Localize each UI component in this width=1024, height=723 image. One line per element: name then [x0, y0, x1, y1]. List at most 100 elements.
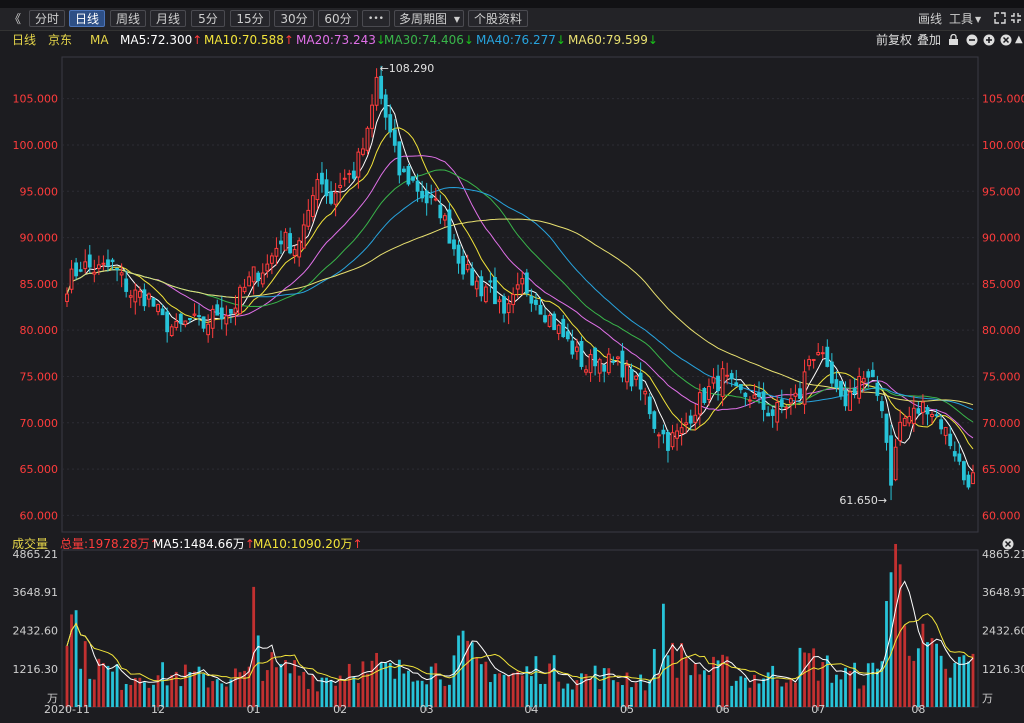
period-toolbar: 《 分时 日线 周线 月线 5分 15分 30分 60分 ••• 多周期图 ▼ … — [0, 8, 1024, 31]
tools-menu[interactable]: 工具 — [949, 11, 973, 28]
tab-weekly[interactable]: 周线 — [110, 10, 146, 27]
tab-30min[interactable]: 30分 — [274, 10, 314, 27]
candle-body — [292, 249, 297, 257]
volume-bar — [680, 643, 684, 707]
volume-bar — [366, 673, 369, 707]
zoom-out-icon[interactable] — [966, 34, 978, 46]
volume-bar — [698, 674, 702, 707]
candle-body — [629, 368, 634, 387]
candle-body — [238, 286, 242, 315]
chevron-up-icon[interactable]: ▲ — [1015, 31, 1023, 49]
chevron-down-icon: ▼ — [453, 15, 460, 24]
stock-info-button[interactable]: 个股资料 — [468, 10, 528, 27]
candle-body — [788, 398, 793, 404]
volume-bar — [930, 638, 934, 707]
candle-body — [160, 308, 165, 316]
stock-name[interactable]: 京东 — [48, 31, 72, 49]
candle-body — [656, 434, 661, 437]
candle-body — [424, 190, 429, 204]
overlay-button[interactable]: 叠加 — [917, 31, 941, 49]
price-tick-left: 75.000 — [20, 370, 59, 383]
volume-bar — [743, 677, 747, 707]
ma30-value: MA30:74.406↓ — [384, 33, 474, 47]
volume-bar — [566, 683, 570, 707]
indicator-name[interactable]: MA — [90, 31, 109, 49]
volume-bar — [507, 675, 511, 707]
multi-period-dropdown[interactable]: 多周期图 ▼ — [394, 10, 464, 27]
zoom-in-icon[interactable] — [983, 34, 995, 46]
candle-body — [729, 373, 734, 380]
close-indicator-icon[interactable] — [1000, 34, 1012, 46]
volume-unit-right: 万 — [982, 692, 993, 705]
candle-body — [456, 244, 461, 264]
volume-bar — [871, 662, 875, 707]
fullscreen-icon[interactable] — [994, 12, 1006, 24]
candle-body — [643, 390, 648, 395]
candle-body — [752, 394, 757, 399]
volume-bar — [739, 676, 743, 707]
volume-tick-right: 1216.30 — [982, 663, 1024, 676]
volume-bar — [129, 685, 133, 707]
volume-bar — [92, 679, 96, 707]
candle-body — [415, 180, 420, 192]
volume-bar — [516, 671, 520, 707]
volume-bar — [448, 684, 451, 707]
more-button[interactable]: ••• — [362, 10, 390, 27]
candle-body — [943, 426, 948, 436]
volume-bar — [953, 663, 957, 707]
tab-60min[interactable]: 60分 — [318, 10, 358, 27]
volume-bar — [502, 674, 506, 707]
volume-bar — [921, 623, 925, 707]
adjust-mode-button[interactable]: 前复权 — [876, 31, 912, 49]
candle-body — [201, 316, 206, 329]
candle-body — [137, 290, 142, 298]
collapse-icon[interactable]: 《 — [9, 11, 21, 28]
volume-bar — [584, 674, 588, 707]
period-label: 日线 — [12, 33, 37, 47]
volume-bar — [429, 666, 433, 707]
candle-body — [697, 392, 702, 415]
tab-15min[interactable]: 15分 — [230, 10, 270, 27]
volume-bar — [539, 683, 542, 707]
tab-5min[interactable]: 5分 — [191, 10, 225, 27]
draw-line-button[interactable]: 画线 — [918, 11, 942, 28]
candle-body — [465, 264, 470, 271]
date-tick-label: 02 — [333, 703, 347, 716]
volume-bar — [643, 690, 647, 707]
candle-body — [948, 433, 953, 447]
kline-chart[interactable]: 60.000 60.000 65.000 65.000 70.000 70.000 75.0… — [0, 49, 1024, 723]
candle-body — [716, 375, 720, 392]
candle-body — [470, 268, 475, 286]
candle-body — [693, 414, 698, 423]
volume-bar — [297, 675, 301, 707]
volume-bar — [662, 603, 665, 707]
candle-body — [283, 231, 288, 251]
candle-body — [388, 114, 393, 133]
exit-fullscreen-icon[interactable] — [1010, 12, 1022, 24]
volume-bar — [79, 668, 83, 707]
tab-monthly[interactable]: 月线 — [150, 10, 186, 27]
volume-bar — [534, 656, 538, 707]
lock-icon[interactable] — [948, 34, 959, 46]
candle-body — [861, 377, 866, 383]
volume-bar — [83, 641, 87, 707]
tab-minute[interactable]: 分时 — [29, 10, 65, 27]
candle-body — [875, 382, 880, 396]
candle-body — [92, 271, 97, 275]
volume-bar — [161, 662, 165, 707]
price-tick-left: 95.000 — [20, 185, 59, 198]
candle-body — [101, 262, 106, 265]
candle-body — [816, 352, 821, 356]
candle-body — [210, 308, 215, 329]
tab-daily[interactable]: 日线 — [69, 10, 105, 27]
candle-body — [502, 296, 506, 314]
volume-bar — [903, 625, 907, 707]
volume-bar — [434, 663, 438, 707]
volume-bar — [862, 685, 866, 707]
candle-body — [306, 209, 311, 227]
volume-bar — [206, 687, 210, 707]
date-tick-label: 05 — [620, 703, 634, 716]
candle-body — [206, 323, 211, 336]
candle-body — [720, 368, 725, 397]
volume-bar — [948, 677, 952, 707]
